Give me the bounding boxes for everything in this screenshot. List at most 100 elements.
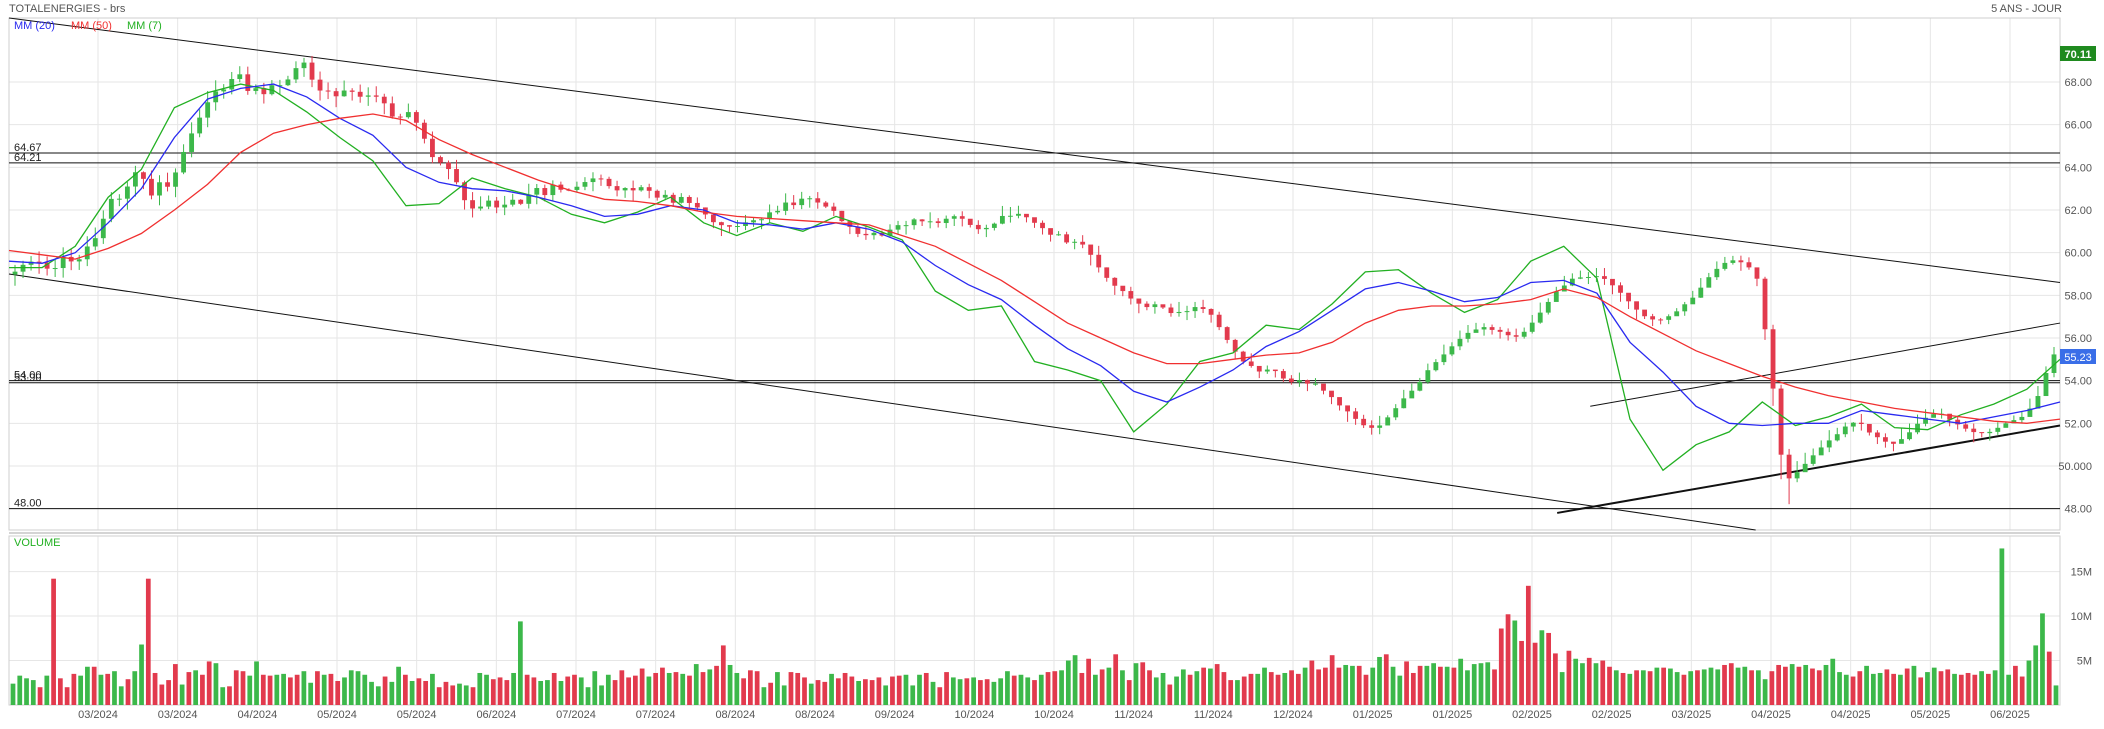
volume-bar (1870, 673, 1876, 705)
volume-bar (71, 673, 77, 705)
candle-body (943, 218, 949, 224)
volume-bar (619, 670, 625, 705)
volume-bar (592, 671, 598, 705)
candle-body (1778, 388, 1784, 455)
volume-bar (470, 687, 476, 705)
candle-body (1826, 440, 1832, 448)
volume-bar (1444, 666, 1450, 705)
volume-bar (572, 674, 577, 705)
volume-bar (1803, 664, 1809, 705)
volume-bar (944, 672, 949, 705)
volume-bar (1965, 672, 1971, 705)
candle-body (205, 102, 211, 118)
candle-body (510, 199, 516, 205)
volume-bar (1783, 666, 1788, 705)
candle-body (470, 200, 475, 209)
volume-bar (105, 673, 111, 705)
volume-bar (964, 678, 970, 705)
candle-body (1433, 362, 1439, 371)
volume-bar (1201, 667, 1206, 705)
volume-bar (281, 673, 286, 705)
candle-body (815, 198, 821, 203)
date-tick-label: 04/2025 (1831, 709, 1871, 721)
volume-bar (1600, 660, 1606, 705)
volume-bar (761, 687, 767, 705)
price-tick-label: 52.00 (2064, 418, 2092, 430)
volume-bar (1025, 677, 1031, 705)
volume-bar (375, 686, 381, 705)
volume-bar (260, 674, 266, 705)
volume-bar (328, 673, 334, 705)
candle-body (1457, 338, 1463, 347)
volume-bar (193, 670, 199, 705)
candle-body (486, 200, 492, 207)
volume-bar (57, 678, 63, 705)
volume-bar (51, 578, 56, 705)
volume-bar (896, 675, 902, 705)
candle-body (221, 89, 227, 92)
volume-bar (700, 672, 706, 705)
volume-tick-label: 5M (2077, 656, 2092, 668)
volume-bar (1539, 630, 1545, 705)
volume-bar (1302, 667, 1308, 705)
candle-body (1545, 301, 1551, 313)
candle-body (807, 198, 813, 200)
date-tick-label: 10/2024 (954, 709, 994, 721)
volume-bar (389, 681, 395, 705)
candle-body (959, 216, 965, 219)
candle-body (76, 259, 82, 262)
volume-bar (430, 673, 435, 705)
volume-bar (1079, 672, 1085, 705)
volume-bar (484, 674, 489, 705)
candle-body (1521, 331, 1527, 337)
candle-body (1658, 319, 1664, 321)
volume-bar (788, 672, 794, 705)
volume-bar (132, 671, 138, 705)
candle-body (1016, 213, 1021, 216)
volume-bar (1377, 656, 1382, 705)
volume-bar (890, 676, 895, 705)
price-tick-label: 56.00 (2064, 333, 2092, 345)
volume-bar (1133, 663, 1139, 705)
volume-bar (308, 682, 314, 705)
candle-body (1481, 327, 1487, 330)
volume-bar (957, 679, 963, 705)
volume-bar (85, 666, 90, 705)
volume-bar (1546, 632, 1552, 705)
volume-bar (166, 680, 171, 705)
candle-body (2019, 416, 2025, 421)
volume-tick-label: 10M (2071, 611, 2092, 623)
price-tick-label: 60.00 (2064, 248, 2092, 260)
volume-bar (653, 672, 659, 705)
volume-bar (1607, 666, 1612, 705)
volume-bar (1796, 666, 1802, 705)
candle-body (245, 74, 251, 91)
volume-bar (1275, 674, 1281, 705)
candle-body (430, 138, 435, 158)
volume-bar (781, 685, 787, 705)
candle-body (638, 187, 644, 191)
volume-bar (1742, 666, 1748, 705)
volume-bar (802, 677, 807, 705)
volume-bar (991, 681, 997, 705)
candle-body (1706, 277, 1712, 288)
candle-body (1907, 432, 1912, 440)
price-tick-label: 64.00 (2064, 162, 2092, 174)
candle-body (1858, 422, 1864, 424)
chart-title: TOTALENERGIES - brs (9, 3, 126, 15)
candle-body (1698, 287, 1704, 298)
volume-bar (1316, 669, 1321, 705)
candle-body (446, 162, 451, 170)
volume-bar (754, 671, 760, 705)
volume-bar (315, 671, 320, 705)
volume-bar (402, 674, 408, 705)
volume-bar (396, 666, 401, 705)
volume-bar (1728, 663, 1734, 705)
candle-body (1979, 432, 1985, 434)
price-axis-labels: 48.00 50.000 52.00 54.00 56.00 58.00 60.00 62.0… (2058, 77, 2092, 516)
date-tick-label: 07/2024 (636, 709, 676, 721)
candle-body (389, 103, 395, 117)
candle-body (1995, 427, 2001, 432)
volume-bar (1512, 620, 1518, 705)
legend-ma7: MM (7) (127, 20, 162, 32)
